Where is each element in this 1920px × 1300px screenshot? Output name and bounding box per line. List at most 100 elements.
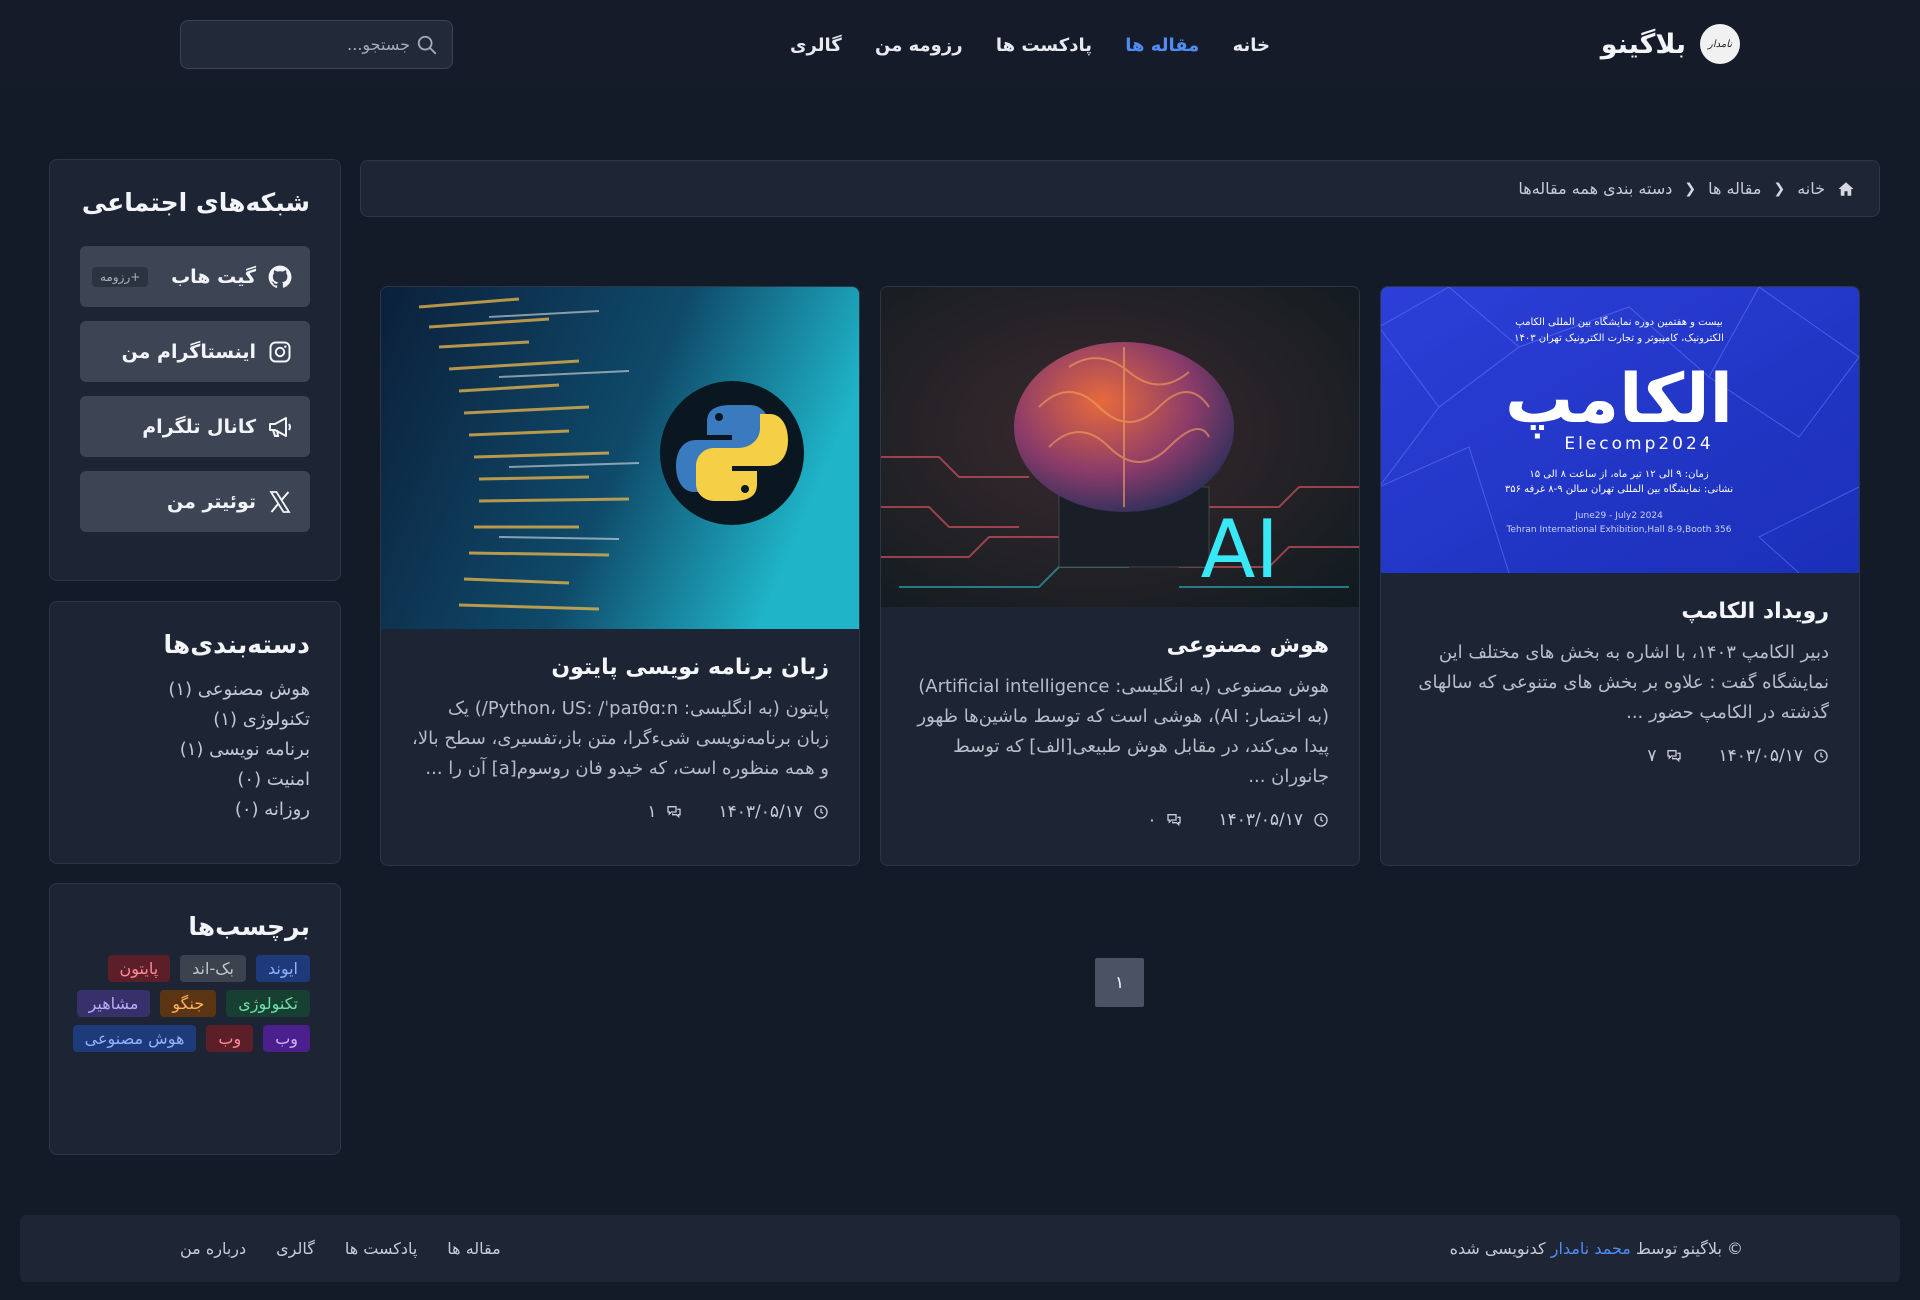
python-code-image [381,287,859,629]
clock-icon [1814,749,1828,763]
resume-badge: +رزومه [92,266,149,287]
post-card[interactable]: بیست و هفتمین دوره نمایشگاه بین المللی ا… [1380,286,1860,866]
post-date: ۱۴۰۳/۰۵/۱۷ [1218,810,1303,830]
site-footer: © بلاگینو توسط محمد نامدار کدنویسی شده م… [20,1215,1900,1282]
category-item[interactable]: روزانه (۰) [80,795,310,825]
banner-date-en: June29 - July2 2024 [1574,511,1663,521]
post-image[interactable]: بیست و هفتمین دوره نمایشگاه بین المللی ا… [1381,287,1859,573]
tag-chip[interactable]: جنگو [160,990,217,1017]
twitter-label: توئیتر من [167,490,256,513]
category-item[interactable]: امنیت (۰) [80,765,310,795]
breadcrumb-current: دسته بندی همه مقاله‌ها [1518,179,1673,198]
search-box[interactable] [180,20,453,69]
banner-time: زمان: ۹ الی ۱۲ تیر ماه، از ساعت ۸ الی ۱۵ [1529,469,1709,480]
site-header: نامدار بلاگینو خانه مقاله ها پادکست ها ر… [0,0,1920,88]
instagram-label: اینستاگرام من [121,340,256,363]
chevron-left-icon: ❮ [1773,180,1786,197]
search-input[interactable] [195,35,410,54]
post-image[interactable] [381,287,859,629]
tag-chip[interactable]: وب [206,1025,254,1052]
elecomp-banner: بیست و هفتمین دوره نمایشگاه بین المللی ا… [1381,287,1859,573]
post-card[interactable]: AI هوش مصنوعی هوش مصنوعی (به انگلیسی: Ar… [880,286,1360,866]
clock-icon [814,805,828,819]
tag-chip[interactable]: وب [263,1025,310,1052]
nav-podcasts[interactable]: پادکست ها [996,35,1092,56]
footer-nav: مقاله ها پادکست ها گالری درباره من [180,1239,501,1258]
tag-chip[interactable]: هوش مصنوعی [72,1025,197,1052]
footer-link-articles[interactable]: مقاله ها [447,1239,500,1258]
tag-chip[interactable]: ایوند [255,955,310,982]
post-title[interactable]: رویداد الکامپ [1411,599,1829,624]
footer-link-podcasts[interactable]: پادکست ها [345,1239,417,1258]
search-icon[interactable] [416,34,438,56]
nav-gallery[interactable]: گالری [790,35,842,56]
author-link[interactable]: محمد نامدار [1551,1239,1631,1258]
social-widget: شبکه‌های اجتماعی گیت هاب +رزومه اینستاگر… [49,159,341,581]
comments-icon [1167,814,1182,827]
copyright-suffix: کدنویسی شده [1449,1239,1546,1258]
banner-logo: الکامپ [1505,360,1733,439]
category-item[interactable]: برنامه نویسی (۱) [80,735,310,765]
banner-place: نشانی: نمایشگاه بین المللی تهران سالن ۹-… [1505,483,1733,495]
category-item[interactable]: هوش مصنوعی (۱) [80,675,310,705]
breadcrumb-home[interactable]: خانه [1797,179,1825,198]
footer-link-about[interactable]: درباره من [180,1239,246,1258]
pagination-page[interactable]: ۱ [1095,958,1144,1007]
post-title[interactable]: زبان برنامه نویسی پایتون [411,655,829,680]
brand-logo: نامدار [1700,24,1740,64]
post-excerpt: دبیر الکامپ ۱۴۰۳، با اشاره به بخش های مخ… [1418,642,1829,723]
categories-widget: دسته‌بندی‌ها هوش مصنوعی (۱) تکنولوژی (۱)… [49,601,341,864]
telegram-button[interactable]: کانال تلگرام [80,396,310,457]
github-button[interactable]: گیت هاب +رزومه [80,246,310,307]
post-body: رویداد الکامپ دبیر الکامپ ۱۴۰۳، با اشاره… [1381,573,1859,766]
instagram-button[interactable]: اینستاگرام من [80,321,310,382]
github-label: گیت هاب [171,265,256,288]
nav-home[interactable]: خانه [1233,35,1270,56]
chevron-left-icon: ❮ [1684,180,1697,197]
footer-link-gallery[interactable]: گالری [276,1239,315,1258]
post-excerpt: هوش مصنوعی (به انگلیسی: Artificial intel… [917,676,1329,787]
tag-chip[interactable]: مشاهیر [76,990,151,1017]
telegram-label: کانال تلگرام [142,415,256,438]
categories-list: هوش مصنوعی (۱) تکنولوژی (۱) برنامه نویسی… [50,659,340,825]
tags-list: ایوند بک-اند پایتون تکنولوژی جنگو مشاهیر وب وب ه… [50,941,340,1052]
comments-icon [1667,750,1682,763]
categories-title: دسته‌بندی‌ها [163,630,310,659]
main-nav: خانه مقاله ها پادکست ها رزومه من گالری [790,30,1270,60]
ai-label: AI [1201,503,1279,596]
social-title: شبکه‌های اجتماعی [81,188,310,217]
tag-chip[interactable]: بک-اند [180,955,246,982]
tag-chip[interactable]: تکنولوژی [226,990,310,1017]
post-date: ۱۴۰۳/۰۵/۱۷ [718,802,803,822]
post-meta: ۱۴۰۳/۰۵/۱۷ ۰ [911,810,1329,830]
nav-resume[interactable]: رزومه من [875,35,963,56]
post-title[interactable]: هوش مصنوعی [911,633,1329,658]
home-icon[interactable] [1837,180,1855,198]
copyright-prefix: © بلاگینو توسط [1635,1239,1743,1258]
copyright: © بلاگینو توسط محمد نامدار کدنویسی شده [1450,1239,1743,1258]
x-icon [266,488,294,516]
banner-headline: بیست و هفتمین دوره نمایشگاه بین المللی ا… [1515,316,1722,328]
clock-icon [1314,813,1328,827]
tags-widget: برچسب‌ها ایوند بک-اند پایتون تکنولوژی جنگو مش… [49,883,341,1155]
post-body: هوش مصنوعی هوش مصنوعی (به انگلیسی: Artif… [881,607,1359,830]
category-item[interactable]: تکنولوژی (۱) [80,705,310,735]
ai-brain-image: AI [881,287,1359,607]
brand[interactable]: نامدار بلاگینو [1601,24,1740,64]
brand-name: بلاگینو [1600,28,1686,60]
tags-title: برچسب‌ها [188,912,310,941]
tag-chip[interactable]: پایتون [107,955,171,982]
post-meta: ۱۴۰۳/۰۵/۱۷ ۷ [1411,746,1829,766]
breadcrumb-articles[interactable]: مقاله ها [1708,179,1761,198]
nav-articles[interactable]: مقاله ها [1125,35,1199,56]
instagram-icon [266,338,294,366]
post-body: زبان برنامه نویسی پایتون پایتون (به انگل… [381,629,859,822]
post-image[interactable]: AI [881,287,1359,607]
twitter-button[interactable]: توئیتر من [80,471,310,532]
megaphone-icon [266,413,294,441]
banner-subline: الکترونیک، کامپیوتر و تجارت الکترونیک ته… [1514,333,1724,344]
banner-logo-en: Elecomp2024 [1564,434,1713,454]
post-comments-count: ۷ [1647,746,1657,766]
post-date: ۱۴۰۳/۰۵/۱۷ [1718,746,1803,766]
post-card[interactable]: زبان برنامه نویسی پایتون پایتون (به انگل… [380,286,860,866]
